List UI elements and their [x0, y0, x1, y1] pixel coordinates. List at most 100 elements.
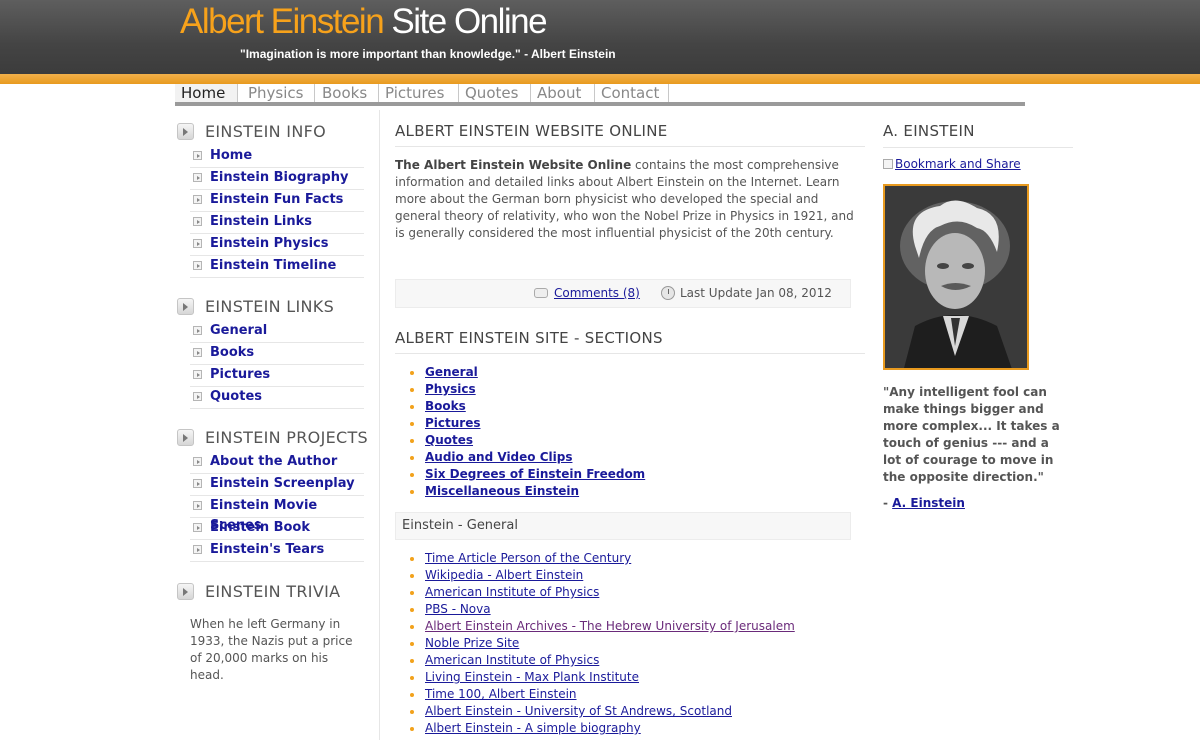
sidebar-item-tears[interactable]: Einstein's Tears — [190, 540, 364, 562]
list-item: PBS - Nova — [410, 601, 795, 618]
section-link-physics[interactable]: Physics — [425, 382, 476, 396]
sidebar-link[interactable]: Einstein's Tears — [210, 542, 324, 557]
main-title: ALBERT EINSTEIN WEBSITE ONLINE — [395, 122, 865, 147]
list-item: American Institute of Physics — [410, 584, 795, 601]
sidebar-item-general[interactable]: General — [190, 321, 364, 343]
section-link-six-degrees[interactable]: Six Degrees of Einstein Freedom — [425, 467, 645, 481]
list-item: Quotes — [409, 432, 645, 449]
nav-underline — [175, 102, 1025, 106]
bullet-icon — [193, 326, 202, 335]
list-item: General — [409, 364, 645, 381]
sidebar-item-fun-facts[interactable]: Einstein Fun Facts — [190, 190, 364, 212]
section-link-books[interactable]: Books — [425, 399, 466, 413]
sidebar-link[interactable]: Books — [210, 345, 254, 360]
sidebar-item-screenplay[interactable]: Einstein Screenplay — [190, 474, 364, 496]
general-link[interactable]: Time Article Person of the Century — [425, 551, 631, 565]
bookmark-share-link[interactable]: Bookmark and Share — [883, 157, 1021, 171]
section-link-quotes[interactable]: Quotes — [425, 433, 473, 447]
list-item: Books — [409, 398, 645, 415]
sidebar-item-quotes[interactable]: Quotes — [190, 387, 364, 409]
sidebar-link[interactable]: Quotes — [210, 389, 262, 404]
bullet-icon — [193, 545, 202, 554]
general-link[interactable]: Albert Einstein Archives - The Hebrew Un… — [425, 619, 795, 633]
bullet-icon — [193, 217, 202, 226]
general-link[interactable]: American Institute of Physics — [425, 653, 599, 667]
site-title-part1[interactable]: Albert Einstein — [180, 2, 385, 41]
general-link[interactable]: American Institute of Physics — [425, 585, 599, 599]
arrow-icon — [177, 429, 194, 446]
intro-text: The Albert Einstein Website Online conta… — [395, 157, 855, 242]
right-title: A. EINSTEIN — [883, 122, 1073, 148]
site-title[interactable]: Albert Einstein Site Online — [180, 2, 548, 42]
sidebar-item-links[interactable]: Einstein Links — [190, 212, 364, 234]
sidebar-link[interactable]: Einstein Physics — [210, 236, 329, 251]
bullet-icon — [193, 370, 202, 379]
quote-author-link[interactable]: A. Einstein — [892, 496, 965, 510]
sidebar-link[interactable]: Einstein Fun Facts — [210, 192, 343, 207]
nav-physics[interactable]: Physics — [242, 84, 315, 102]
list-item: Time Article Person of the Century — [410, 550, 795, 567]
sidebar-link[interactable]: Home — [210, 148, 252, 163]
column-divider — [379, 110, 380, 740]
portrait-illustration — [885, 186, 1027, 368]
list-item: Audio and Video Clips — [409, 449, 645, 466]
nav-pictures[interactable]: Pictures — [379, 84, 459, 102]
sidebar-item-about-author[interactable]: About the Author — [190, 452, 364, 474]
sidebar-item-pictures[interactable]: Pictures — [190, 365, 364, 387]
general-link[interactable]: Albert Einstein - University of St Andre… — [425, 704, 732, 718]
quote-attribution: - A. Einstein — [883, 496, 965, 510]
sidebar-item-biography[interactable]: Einstein Biography — [190, 168, 364, 190]
sidebar-item-home[interactable]: Home — [190, 146, 364, 168]
general-link[interactable]: Living Einstein - Max Plank Institute — [425, 670, 639, 684]
nav-quotes[interactable]: Quotes — [459, 84, 531, 102]
arrow-icon — [177, 123, 194, 140]
nav-contact[interactable]: Contact — [595, 84, 669, 102]
einstein-portrait — [883, 184, 1029, 370]
sidebar-links-title: EINSTEIN LINKS — [205, 297, 335, 316]
section-link-audio-video[interactable]: Audio and Video Clips — [425, 450, 572, 464]
sidebar-item-books[interactable]: Books — [190, 343, 364, 365]
sidebar-links-list: General Books Pictures Quotes — [190, 321, 364, 409]
bullet-icon — [193, 239, 202, 248]
sidebar-link[interactable]: Pictures — [210, 367, 270, 382]
broken-image-icon — [883, 159, 893, 169]
bullet-icon — [193, 348, 202, 357]
sidebar-item-book[interactable]: Einstein Book — [190, 518, 364, 540]
site-header: Albert Einstein Site Online "Imagination… — [0, 0, 1200, 74]
sidebar-link[interactable]: General — [210, 323, 267, 338]
sidebar-link[interactable]: Einstein Book — [210, 520, 310, 535]
sidebar-projects-title: EINSTEIN PROJECTS — [205, 428, 368, 447]
list-item: Albert Einstein - University of St Andre… — [410, 703, 795, 720]
general-link[interactable]: PBS - Nova — [425, 602, 491, 616]
nav-books[interactable]: Books — [316, 84, 379, 102]
clock-icon — [661, 286, 675, 300]
bookmark-label[interactable]: Bookmark and Share — [895, 157, 1021, 171]
site-title-part2[interactable]: Site Online — [391, 2, 547, 41]
general-link[interactable]: Albert Einstein - A simple biography — [425, 721, 641, 735]
sidebar-link[interactable]: Einstein Screenplay — [210, 476, 355, 491]
list-item: Pictures — [409, 415, 645, 432]
bullet-icon — [193, 501, 202, 510]
sidebar-item-movie-scenes[interactable]: Einstein Movie Scenes — [190, 496, 364, 533]
list-item: Physics — [409, 381, 645, 398]
sections-list: General Physics Books Pictures Quotes Au… — [409, 364, 645, 500]
nav-about[interactable]: About — [531, 84, 595, 102]
general-link[interactable]: Noble Prize Site — [425, 636, 519, 650]
general-link[interactable]: Wikipedia - Albert Einstein — [425, 568, 583, 582]
sidebar-link[interactable]: Einstein Timeline — [210, 258, 336, 273]
sidebar-trivia-title: EINSTEIN TRIVIA — [205, 582, 341, 601]
section-link-pictures[interactable]: Pictures — [425, 416, 481, 430]
sidebar-item-physics[interactable]: Einstein Physics — [190, 234, 364, 256]
list-item: Time 100, Albert Einstein — [410, 686, 795, 703]
general-link[interactable]: Time 100, Albert Einstein — [425, 687, 577, 701]
sidebar-link[interactable]: Einstein Links — [210, 214, 312, 229]
sidebar-link[interactable]: Einstein Biography — [210, 170, 348, 185]
sidebar-item-timeline[interactable]: Einstein Timeline — [190, 256, 364, 278]
section-link-general[interactable]: General — [425, 365, 478, 379]
section-link-misc[interactable]: Miscellaneous Einstein — [425, 484, 579, 498]
sidebar-link[interactable]: About the Author — [210, 454, 337, 469]
comments-link[interactable]: Comments (8) — [554, 286, 640, 300]
nav-home[interactable]: Home — [175, 84, 238, 106]
general-subheading: Einstein - General — [395, 512, 851, 540]
comment-icon — [534, 288, 548, 298]
